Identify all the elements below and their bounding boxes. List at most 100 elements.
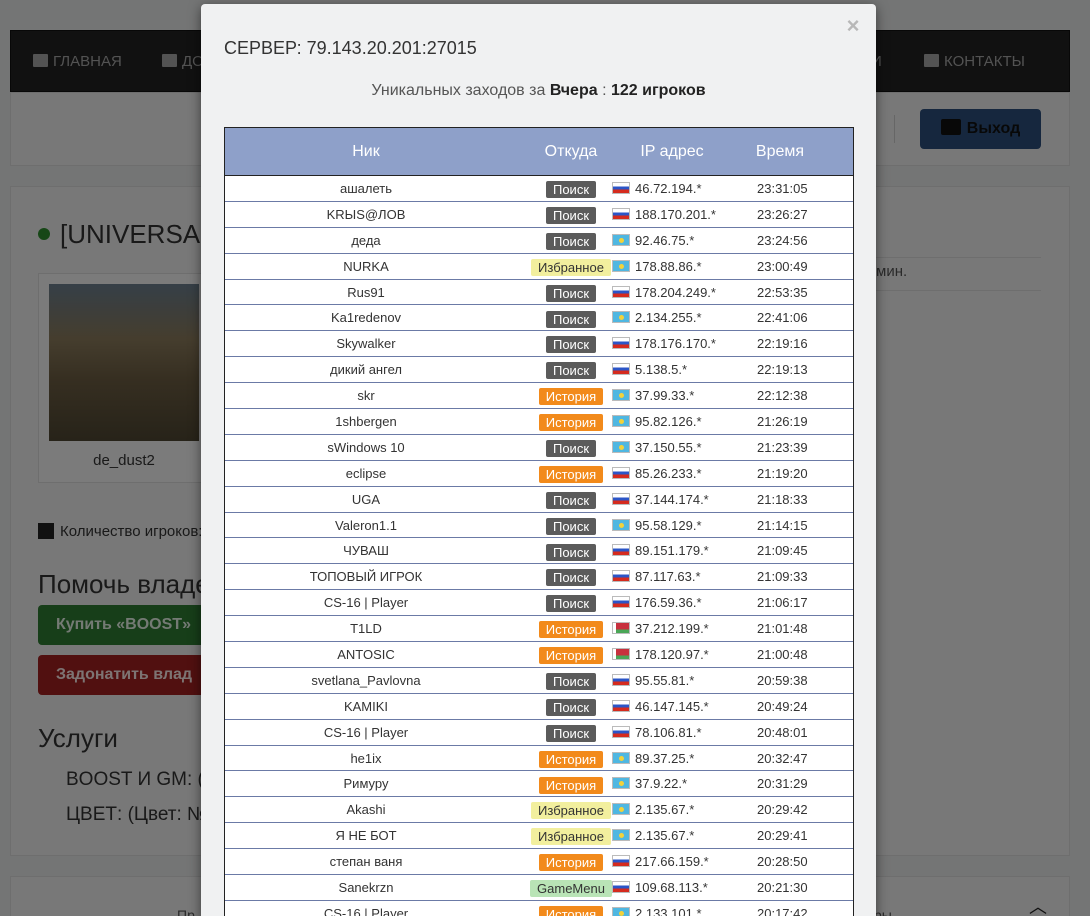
source-badge: История [538, 388, 604, 406]
ip-cell: 92.46.75.* [612, 228, 757, 253]
visit-time: 22:12:38 [757, 388, 808, 404]
player-nick: UGA [351, 491, 381, 507]
ip-address: 46.72.194.* [635, 181, 702, 196]
visit-time: 20:59:38 [757, 672, 808, 688]
ip-cell: 2.135.67.* [612, 823, 757, 848]
source-badge: История [538, 414, 604, 432]
ip-cell: 178.176.170.* [612, 331, 757, 356]
flag-kz-icon [612, 518, 630, 531]
table-row: KRЫS@ЛОВ Поиск 188.170.201.* 23:26:27 [225, 202, 853, 228]
table-row: ашалеть Поиск 46.72.194.* 23:31:05 [225, 176, 853, 202]
ip-cell: 5.138.5.* [612, 357, 757, 382]
player-nick: 1shbergen [335, 414, 397, 430]
ip-cell: 37.9.22.* [612, 771, 757, 796]
visit-time: 20:21:30 [757, 880, 808, 896]
summary-count: 122 игроков [610, 82, 706, 99]
ip-cell: 89.37.25.* [612, 746, 757, 771]
player-nick: Rus91 [347, 284, 385, 300]
player-nick: svetlana_Pavlovna [311, 672, 421, 688]
modal-title: СЕРВЕР: 79.143.20.201:27015 [224, 38, 477, 58]
ip-address: 37.144.174.* [635, 491, 709, 507]
ip-address: 85.26.233.* [635, 465, 702, 481]
table-row: eclipse История 85.26.233.* 21:19:20 [225, 461, 853, 487]
source-badge: Поиск [545, 181, 597, 199]
player-nick: ТОПОВЫЙ ИГРОК [309, 569, 423, 585]
source-badge: Избранное [531, 828, 611, 846]
flag-ru-icon [612, 596, 630, 609]
visit-time: 23:24:56 [757, 232, 808, 248]
ip-cell: 95.55.81.* [612, 668, 757, 693]
source-badge: Поиск [545, 232, 597, 250]
table-row: sWindows 10 Поиск 37.150.55.* 21:23:39 [225, 435, 853, 461]
source-badge: Поиск [545, 517, 597, 535]
flag-ru-icon [612, 855, 630, 868]
visit-time: 21:23:39 [757, 439, 808, 455]
ip-cell: 188.170.201.* [612, 202, 757, 227]
source-badge: История [538, 906, 604, 916]
player-nick: CS-16 | Player [323, 905, 409, 916]
visit-time: 21:09:45 [757, 543, 808, 559]
flag-kz-icon [612, 311, 630, 324]
source-badge: GameMenu [530, 880, 612, 898]
ip-cell: 2.134.255.* [612, 305, 757, 330]
flag-ru-icon [612, 363, 630, 376]
source-badge: Поиск [545, 439, 597, 457]
flag-kz-icon [612, 751, 630, 764]
ip-cell: 2.133.101.* [612, 901, 757, 916]
table-row: skr История 37.99.33.* 22:12:38 [225, 383, 853, 410]
flag-kz-icon [612, 777, 630, 790]
player-nick: дикий ангел [330, 362, 402, 378]
source-badge: Поиск [545, 491, 597, 509]
table-row: степан ваня История 217.66.159.* 20:28:50 [225, 849, 853, 876]
player-nick: KRЫS@ЛОВ [326, 206, 406, 222]
ip-cell: 178.88.86.* [612, 254, 757, 279]
ip-cell: 176.59.36.* [612, 590, 757, 615]
player-nick: Ka1redenov [330, 310, 402, 326]
visit-time: 21:18:33 [757, 491, 808, 507]
ip-address: 217.66.159.* [635, 854, 709, 870]
ip-cell: 87.117.63.* [612, 564, 757, 589]
visit-time: 23:26:27 [757, 206, 808, 222]
source-badge: Поиск [545, 672, 597, 690]
visit-time: 20:49:24 [757, 698, 808, 714]
table-row: ЧУВАШ Поиск 89.151.179.* 21:09:45 [225, 538, 853, 565]
flag-ru-icon [612, 570, 630, 583]
table-header: Ник Откуда IP адрес Время [225, 128, 853, 176]
ip-address: 92.46.75.* [635, 232, 695, 248]
ip-address: 2.134.255.* [635, 310, 702, 326]
flag-ru-icon [612, 544, 630, 557]
player-nick: деда [351, 232, 381, 248]
source-badge: Избранное [531, 802, 611, 820]
player-nick: Skywalker [336, 336, 396, 352]
flag-ru-icon [612, 699, 630, 712]
player-nick: Римуру [343, 776, 389, 792]
table-row: NURKA Избранное 178.88.86.* 23:00:49 [225, 254, 853, 280]
player-nick: sWindows 10 [327, 439, 405, 455]
ip-address: 95.55.81.* [635, 672, 695, 688]
ip-address: 95.82.126.* [635, 414, 702, 430]
source-badge: История [538, 776, 604, 794]
table-row: ANTOSIC История 178.120.97.* 21:00:48 [225, 642, 853, 668]
table-row: CS-16 | Player История 2.133.101.* 20:17:42 [225, 901, 853, 916]
source-badge: Поиск [545, 206, 597, 224]
visit-time: 23:00:49 [757, 258, 808, 274]
source-badge: Поиск [545, 543, 597, 561]
player-nick: NURKA [343, 258, 389, 274]
flag-kz-icon [612, 259, 630, 272]
ip-address: 178.204.249.* [635, 284, 716, 300]
ip-cell: 109.68.113.* [612, 875, 757, 900]
table-row: 1shbergen История 95.82.126.* 21:26:19 [225, 409, 853, 435]
visit-time: 22:19:13 [757, 362, 808, 378]
flag-by-icon [612, 648, 630, 661]
player-nick: степан ваня [329, 854, 403, 870]
player-nick: ЧУВАШ [343, 543, 389, 559]
table-row: CS-16 | Player Поиск 78.106.81.* 20:48:01 [225, 720, 853, 746]
source-badge: История [538, 621, 604, 639]
flag-kz-icon [612, 829, 630, 842]
flag-by-icon [612, 622, 630, 635]
table-row: T1LD История 37.212.199.* 21:01:48 [225, 616, 853, 643]
ip-address: 89.151.179.* [635, 543, 709, 559]
flag-ru-icon [612, 207, 630, 220]
ip-cell: 95.58.129.* [612, 513, 757, 538]
close-icon[interactable]: × [845, 14, 861, 38]
